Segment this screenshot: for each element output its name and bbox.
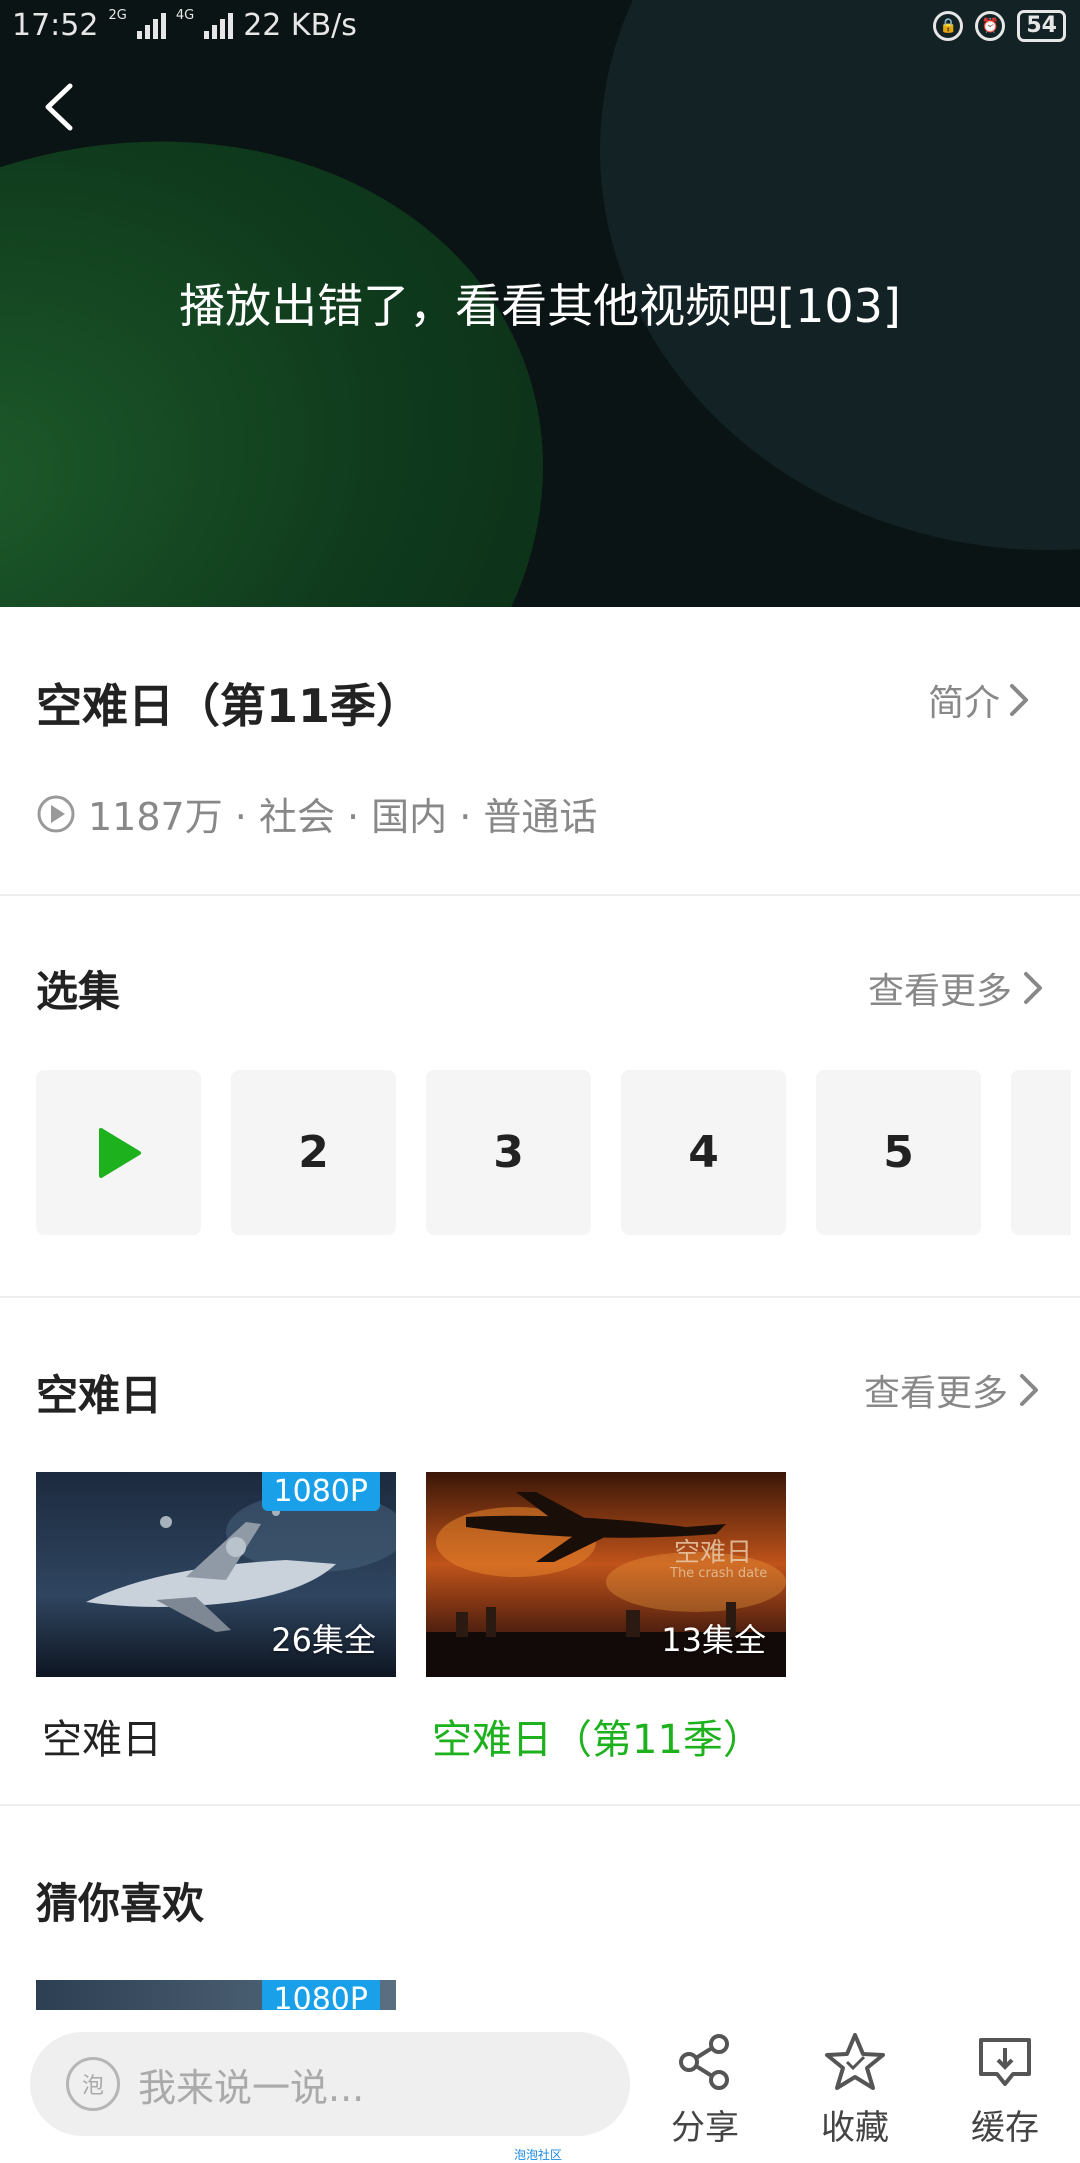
related-card-current[interactable]: 空难日 The crash date 13集全 空难日（第11季）	[426, 1472, 786, 1765]
network-2g-label: 2G	[108, 8, 127, 23]
thumb-caption-en: The crash date	[670, 1566, 768, 1581]
episode-count: 13集全	[661, 1621, 766, 1659]
comment-input[interactable]: 泡 我来说一说...	[30, 2032, 630, 2136]
related-card-list: 1080P 26集全 空难日 空难日 The crash date 13集全 空…	[36, 1472, 786, 1765]
share-icon	[679, 2034, 729, 2090]
alarm-icon: ⏰	[975, 11, 1006, 41]
star-icon	[825, 2033, 885, 2090]
play-count-icon	[37, 795, 75, 832]
episode-item[interactable]: 5	[816, 1070, 981, 1235]
back-button[interactable]	[38, 80, 82, 134]
recommend-title: 猜你喜欢	[36, 1879, 205, 1928]
bottom-action-bar: 泡 我来说一说... 分享 收藏 缓存 泡泡社区	[0, 2010, 1080, 2162]
intro-button[interactable]: 简介	[928, 674, 1032, 726]
resolution-badge: 1080P	[261, 1472, 380, 1511]
divider	[0, 1804, 1080, 1806]
video-title: 空难日（第11季）	[36, 679, 423, 733]
status-bar: 17:52 2G 4G 22 KB/s 🔒 ⏰ 54	[0, 0, 1080, 56]
player-error-message: 播放出错了，看看其他视频吧[103]	[179, 279, 901, 333]
card-title-current: 空难日（第11季）	[432, 1717, 763, 1763]
battery-icon: 54	[1017, 10, 1066, 42]
episodes-more-button[interactable]: 查看更多	[868, 962, 1046, 1014]
share-label: 分享	[671, 2108, 739, 2148]
signal-icon-2	[204, 12, 234, 39]
card-title: 空难日	[42, 1717, 162, 1763]
play-icon	[98, 1127, 141, 1178]
resolution-badge: 1080P	[261, 1980, 380, 2010]
signal-icon	[136, 12, 166, 39]
video-player[interactable]: 17:52 2G 4G 22 KB/s 🔒 ⏰ 54 播放出错了，看看其他视频吧…	[0, 0, 1080, 607]
chevron-right-icon	[1010, 684, 1028, 716]
cache-label: 缓存	[971, 2108, 1039, 2148]
divider	[0, 1296, 1080, 1298]
divider	[0, 894, 1080, 896]
download-icon	[979, 2038, 1031, 2086]
chevron-right-icon	[1024, 972, 1042, 1004]
cache-button[interactable]: 缓存	[945, 2030, 1065, 2149]
intro-label: 简介	[927, 683, 1000, 724]
card-thumbnail: 1080P 26集全	[36, 1472, 396, 1677]
episode-item[interactable]: 4	[621, 1070, 786, 1235]
episode-1-playing[interactable]	[36, 1070, 201, 1235]
card-thumbnail: 空难日 The crash date 13集全	[426, 1472, 786, 1677]
lock-rotation-icon: 🔒	[933, 11, 964, 41]
episode-count: 26集全	[271, 1621, 376, 1659]
related-more-button[interactable]: 查看更多	[864, 1364, 1042, 1416]
episodes-title: 选集	[36, 967, 121, 1016]
episode-list: 2 3 4 5	[36, 1070, 1071, 1235]
comment-placeholder: 我来说一说...	[138, 2065, 365, 2110]
collect-label: 收藏	[821, 2108, 889, 2148]
collect-button[interactable]: 收藏	[795, 2030, 915, 2149]
video-meta: 1187万 · 社会 · 国内 · 普通话	[36, 786, 1044, 841]
bubble-icon: 泡	[66, 2057, 120, 2111]
network-speed: 22 KB/s	[243, 8, 357, 43]
network-4g-label: 4G	[175, 8, 195, 23]
status-time: 17:52	[12, 8, 99, 43]
related-card[interactable]: 1080P 26集全 空难日	[36, 1472, 396, 1765]
share-button[interactable]: 分享	[645, 2030, 765, 2149]
back-arrow-icon	[45, 83, 73, 131]
episode-item[interactable]: 3	[426, 1070, 591, 1235]
recommend-card-peek[interactable]: 1080P	[36, 1980, 396, 2010]
related-more-label: 查看更多	[863, 1373, 1008, 1414]
episode-item[interactable]: 2	[231, 1070, 396, 1235]
chevron-right-icon	[1020, 1374, 1038, 1406]
thumb-caption: 空难日	[674, 1538, 753, 1568]
related-title: 空难日	[36, 1371, 163, 1420]
meta-text: 1187万 · 社会 · 国内 · 普通话	[88, 795, 598, 839]
footer-text: 泡泡社区	[514, 2148, 563, 2162]
video-info: 空难日（第11季） 简介 1187万 · 社会 · 国内 · 普通话	[36, 670, 1044, 841]
episode-item-partial[interactable]	[1011, 1070, 1071, 1235]
episodes-more-label: 查看更多	[867, 971, 1012, 1012]
